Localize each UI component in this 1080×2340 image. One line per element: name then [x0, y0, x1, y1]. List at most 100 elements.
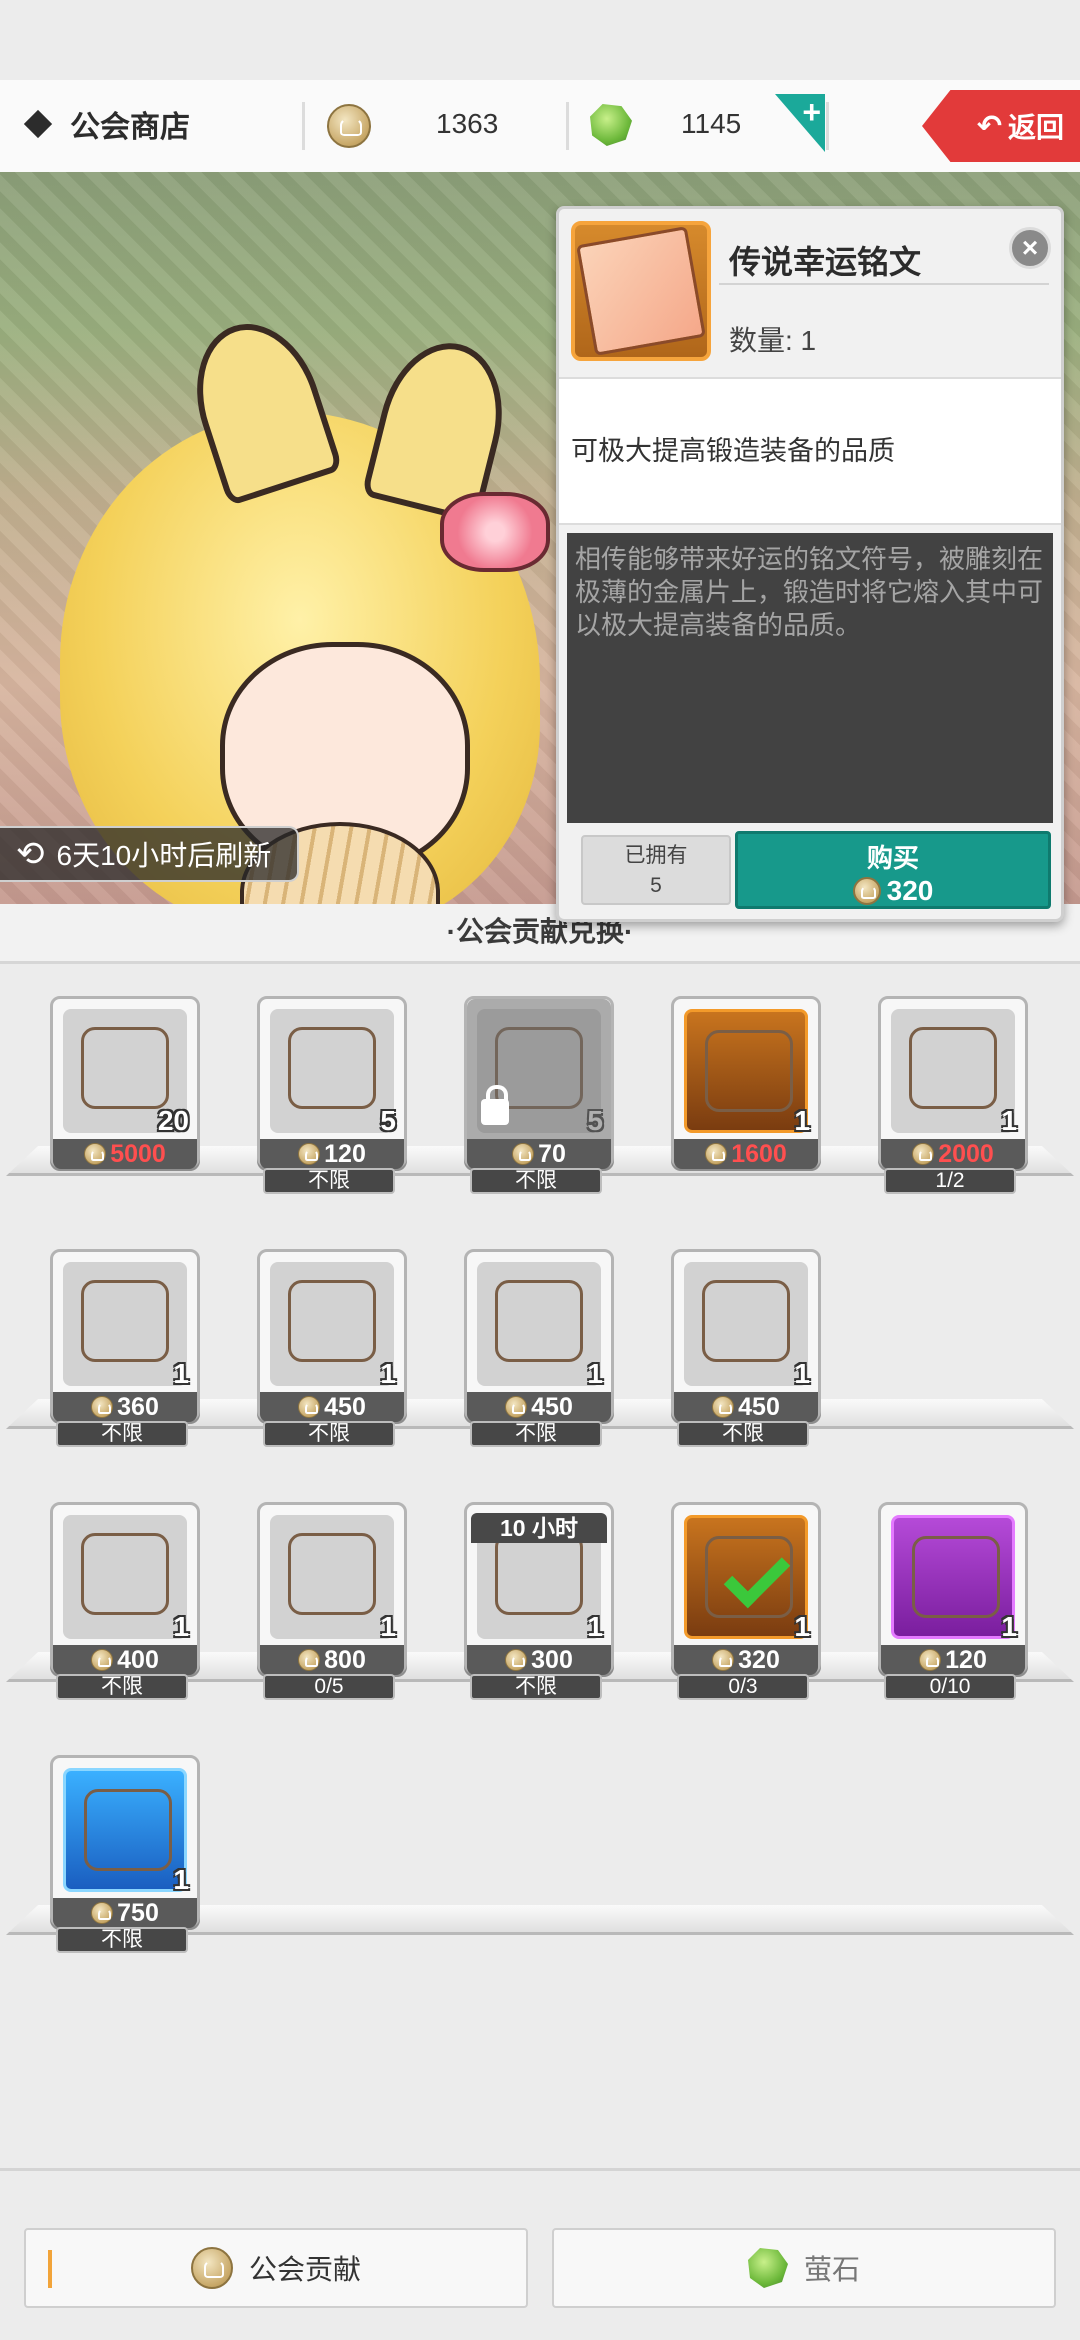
guild-coin-icon: [327, 104, 371, 148]
coin-icon: [298, 1396, 321, 1418]
buy-button[interactable]: 购买 320: [735, 831, 1051, 909]
price-bar: 5000: [53, 1139, 197, 1169]
item-price: 300: [531, 1645, 573, 1674]
return-arrow-icon: ↶: [976, 109, 1002, 143]
buy-price: 320: [738, 875, 1048, 907]
purchase-limit: 不限: [470, 1421, 602, 1447]
item-quantity: 1: [794, 1105, 810, 1136]
item-card: 1 320: [671, 1502, 821, 1675]
shop-item[interactable]: 570不限: [464, 996, 614, 1194]
item-icon: [909, 1027, 997, 1109]
purchase-limit: 0/3: [677, 1674, 809, 1700]
item-art: [270, 1262, 394, 1386]
shop-item[interactable]: 1 120 0/10: [878, 1502, 1028, 1700]
purchase-limit: 不限: [677, 1421, 809, 1447]
item-price: 400: [117, 1645, 159, 1674]
guild-coin-icon: [190, 2247, 233, 2289]
shop-item[interactable]: 1 450 不限: [671, 1249, 821, 1447]
gem-icon: [590, 104, 632, 146]
purchase-limit: 不限: [56, 1421, 188, 1447]
coin-icon: [91, 1902, 114, 1924]
item-detail-popup: 传说幸运铭文 数量: 1 × 可极大提高锻造装备的品质 相传能够带来好运的铭文符…: [556, 206, 1064, 922]
tab-gem[interactable]: 萤石: [552, 2228, 1056, 2308]
footer-divider: [0, 2168, 1080, 2171]
tab-guild-contribution[interactable]: 公会贡献: [24, 2228, 528, 2308]
item-art: [684, 1515, 808, 1639]
item-icon: [702, 1280, 790, 1362]
owned-count: 已拥有 5: [581, 835, 731, 905]
price-bar: 1600: [674, 1139, 818, 1169]
item-description: 相传能够带来好运的铭文符号，被雕刻在极薄的金属片上，锻造时将它熔入其中可以极大提…: [567, 533, 1053, 823]
gem-icon: [747, 2248, 788, 2288]
item-art: [477, 1262, 601, 1386]
item-price: 320: [738, 1645, 780, 1674]
price-bar: 450: [467, 1392, 611, 1422]
item-art: [63, 1515, 187, 1639]
item-card: 1 450: [671, 1249, 821, 1422]
item-quantity: 20: [157, 1105, 189, 1136]
item-card: 20 5000: [50, 996, 200, 1169]
timer-tag: 10 小时: [471, 1513, 607, 1543]
purchase-limit: 不限: [263, 1421, 395, 1447]
shop-item[interactable]: 1 750 不限: [50, 1755, 200, 1953]
divider: [719, 283, 1049, 285]
item-art: [63, 1768, 187, 1892]
shop-item[interactable]: 1 360 不限: [50, 1249, 200, 1447]
item-art: [684, 1262, 808, 1386]
item-quantity: 1: [173, 1864, 189, 1895]
shop-item[interactable]: 20 5000: [50, 996, 200, 1182]
shop-item[interactable]: 1 400 不限: [50, 1502, 200, 1700]
item-quantity: 1: [380, 1611, 396, 1642]
page-title-text: 公会商店: [70, 111, 190, 144]
tab-label: 萤石: [803, 2254, 860, 2285]
back-button[interactable]: ↶ 返回: [922, 90, 1080, 162]
coin-icon: [298, 1649, 321, 1671]
refresh-icon: ⟲: [16, 835, 45, 873]
page-title: 公会商店: [22, 102, 190, 146]
item-price: 120: [324, 1139, 366, 1168]
item-art: [891, 1515, 1015, 1639]
buy-label: 购买: [866, 843, 919, 873]
shop-item[interactable]: 5 120 不限: [257, 996, 407, 1194]
gem-amount: 1145: [681, 108, 742, 139]
price-bar: 120: [260, 1139, 404, 1169]
shop-item[interactable]: 1 450 不限: [464, 1249, 614, 1447]
item-card: 1 800: [257, 1502, 407, 1675]
item-price: 800: [324, 1645, 366, 1674]
shop-item[interactable]: 1 2000 1/2: [878, 996, 1028, 1194]
shop-item[interactable]: 1 450 不限: [257, 1249, 407, 1447]
item-icon: [495, 1280, 583, 1362]
add-gem-button[interactable]: +: [775, 94, 825, 152]
item-price: 2000: [938, 1139, 994, 1168]
item-card: 10 小时 1 300: [464, 1502, 614, 1675]
item-art: [63, 1262, 187, 1386]
shop-item[interactable]: 10 小时 1 300 不限: [464, 1502, 614, 1700]
purchase-limit: 不限: [470, 1674, 602, 1700]
item-price: 1600: [731, 1139, 787, 1168]
item-price: 120: [945, 1645, 987, 1674]
shop-item[interactable]: 1 1600: [671, 996, 821, 1182]
item-icon: [912, 1536, 1000, 1618]
item-icon: [81, 1280, 169, 1362]
shop-item[interactable]: 1 320 0/3: [671, 1502, 821, 1700]
coin-icon: [91, 1649, 114, 1671]
item-price: 70: [538, 1139, 566, 1168]
item-card: 1 2000: [878, 996, 1028, 1169]
price-bar: 120: [881, 1645, 1025, 1675]
item-icon: [288, 1027, 376, 1109]
price-bar: 360: [53, 1392, 197, 1422]
price-bar: 450: [260, 1392, 404, 1422]
coin-icon: [912, 1143, 935, 1165]
item-quantity: 1: [173, 1358, 189, 1389]
price-bar: 70: [467, 1139, 611, 1169]
tab-label: 公会贡献: [248, 2254, 361, 2285]
purchase-limit: 不限: [56, 1927, 188, 1953]
coin-icon: [91, 1396, 114, 1418]
close-button[interactable]: ×: [1009, 227, 1051, 269]
owned-value: 5: [650, 874, 662, 897]
contribution-amount: 1363: [436, 108, 499, 139]
item-icon: [288, 1280, 376, 1362]
price-bar: 450: [674, 1392, 818, 1422]
coin-icon: [705, 1143, 728, 1165]
shop-item[interactable]: 1 800 0/5: [257, 1502, 407, 1700]
